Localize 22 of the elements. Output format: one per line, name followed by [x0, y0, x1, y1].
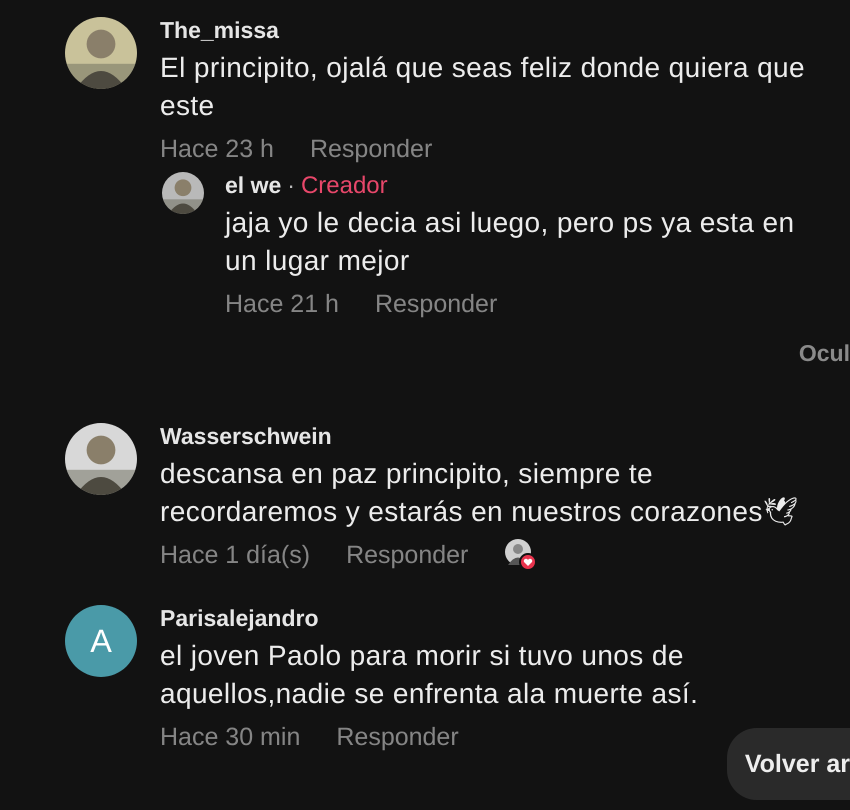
- avatar[interactable]: [162, 172, 204, 214]
- reply-button[interactable]: Responder: [310, 134, 432, 164]
- reply-button[interactable]: Responder: [374, 290, 498, 318]
- reply-button[interactable]: Responder: [346, 540, 468, 570]
- comment-text: El principito, ojalá que seas feliz donde quiera que este: [160, 51, 806, 123]
- comment-time: Hace 1 día(s): [160, 540, 310, 570]
- comment-text: el joven Paolo para morir si tuvo unos de aquellos,nadie se enfrenta ala muerte así.: [160, 639, 700, 711]
- comment-time: Hace 23 h: [160, 134, 274, 164]
- username[interactable]: The_missa: [160, 17, 279, 44]
- username[interactable]: Wasserschwein: [160, 423, 332, 450]
- comment-text: jaja yo le decia asi luego, pero ps ya esta en un lugar mejor: [225, 206, 796, 278]
- back-button[interactable]: Volver ar: [726, 728, 850, 800]
- avatar[interactable]: A: [65, 605, 137, 677]
- comment-time: Hace 21 h: [225, 290, 339, 318]
- comment-time: Hace 30 min: [160, 722, 300, 752]
- separator-dot: ·: [287, 172, 295, 199]
- username[interactable]: Parisalejandro: [160, 605, 319, 632]
- comment-text: descansa en paz principito, siempre te recordaremos y estarás en nuestros corazones🕊: [160, 457, 800, 529]
- username[interactable]: el we: [225, 172, 282, 199]
- creator-label: Creador: [300, 172, 388, 200]
- hide-replies-link[interactable]: Ocul: [798, 340, 850, 366]
- reply-button[interactable]: Responder: [336, 722, 459, 752]
